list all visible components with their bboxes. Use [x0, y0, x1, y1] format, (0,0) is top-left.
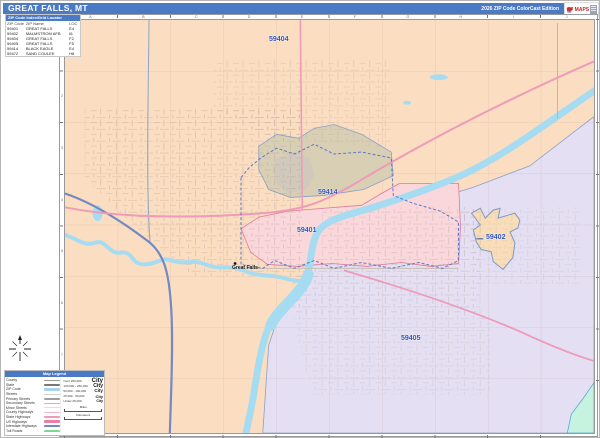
county-line-swatch — [44, 379, 61, 381]
secondary-streets-swatch — [44, 402, 61, 405]
scale-bar-graphic — [64, 408, 103, 412]
map-legend: Map Legend County State ZIP Code Streets… — [4, 370, 105, 436]
zip-line-swatch — [44, 388, 61, 391]
map-frame: A B C D E F G H I J 1 2 3 4 5 6 7 8 — [59, 14, 599, 438]
zip-label-59405: 59405 — [401, 335, 421, 342]
scale-bar-kilometers: Kilometers — [63, 413, 103, 420]
interstate-highways-swatch — [44, 424, 61, 428]
legend-road-items: County State ZIP Code Streets Primary St… — [6, 378, 61, 434]
legend-city-classes: Over 250,000 City 100,000 - 250,000 City 5… — [60, 378, 103, 434]
ruler-right — [596, 19, 599, 432]
zip-index-table: ZIP Code Index/Grid Locator ZIP Code ZIP… — [5, 14, 81, 57]
compass-rose-icon — [9, 335, 31, 361]
streets-swatch — [44, 393, 61, 395]
legend-city-class: Under 25,000 City — [63, 399, 103, 404]
map-document: GREAT FALLS, MT 2026 ZIP Code ColorCast … — [0, 0, 600, 438]
zip-label-59414: 59414 — [318, 189, 338, 196]
legend-city-class: 25,000 - 50,000 City — [63, 393, 103, 399]
scale-bar-miles: Miles — [63, 405, 103, 412]
zip-label-59401: 59401 — [297, 227, 317, 234]
page-title: GREAT FALLS, MT — [8, 3, 88, 13]
us-highways-swatch — [44, 420, 61, 423]
primary-streets-swatch — [44, 397, 61, 400]
edition-label: 2026 ZIP Code ColorCast Edition — [481, 5, 559, 12]
county-highways-swatch — [44, 411, 61, 414]
state-line-swatch — [44, 383, 61, 386]
legend-item: Toll Roads — [6, 429, 61, 434]
title-bar: GREAT FALLS, MT 2026 ZIP Code ColorCast … — [3, 3, 564, 14]
city-label: Great Falls — [232, 265, 258, 271]
zip-label-59404: 59404 — [269, 36, 289, 43]
lake-north — [429, 74, 448, 81]
table-row: 59472 SAND COULEE H8 — [7, 51, 75, 56]
pond-north — [403, 100, 412, 105]
map-canvas — [64, 19, 595, 434]
logo-brand-text: MAPS — [574, 6, 590, 13]
toll-roads-swatch — [44, 429, 61, 433]
minor-streets-swatch — [44, 407, 61, 409]
state-highways-swatch — [44, 416, 61, 419]
logo-text-block — [590, 5, 597, 14]
zip-label-59402: 59402 — [486, 234, 506, 241]
scale-bar-graphic — [64, 416, 103, 420]
